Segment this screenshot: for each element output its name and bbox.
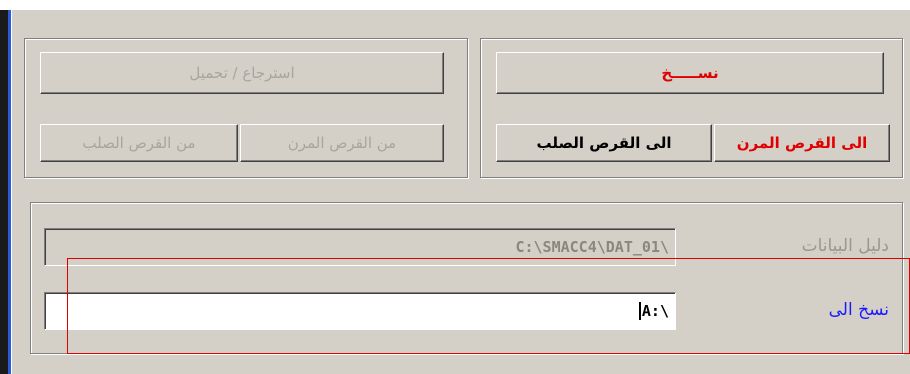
data-directory-field: C:\SMACC4\DAT_01\ xyxy=(44,228,676,266)
window-edge xyxy=(0,10,8,374)
restore-from-hard-disk-button[interactable]: من القرص الصلب xyxy=(40,124,238,162)
restore-from-floppy-button[interactable]: من القرص المرن xyxy=(240,124,444,162)
cropped-title-fragment xyxy=(0,0,910,10)
copy-to-floppy-button[interactable]: الى القرص المرن xyxy=(714,124,890,162)
copy-button[interactable]: نســـــخ xyxy=(496,52,884,94)
copy-to-value: A:\ xyxy=(641,302,669,320)
restore-load-button[interactable]: استرجاع / تحميل xyxy=(40,52,444,94)
backup-dialog: استرجاع / تحميل من القرص المرن من القرص … xyxy=(11,10,910,374)
text-caret xyxy=(638,302,641,320)
copy-to-label: نسخ الى xyxy=(828,300,889,320)
copy-to-hard-disk-button[interactable]: الى القرص الصلب xyxy=(496,124,712,162)
paths-groupbox xyxy=(30,202,903,354)
data-directory-label: دليل البيانات xyxy=(801,236,889,256)
copy-to-input[interactable]: A:\ xyxy=(44,292,676,330)
